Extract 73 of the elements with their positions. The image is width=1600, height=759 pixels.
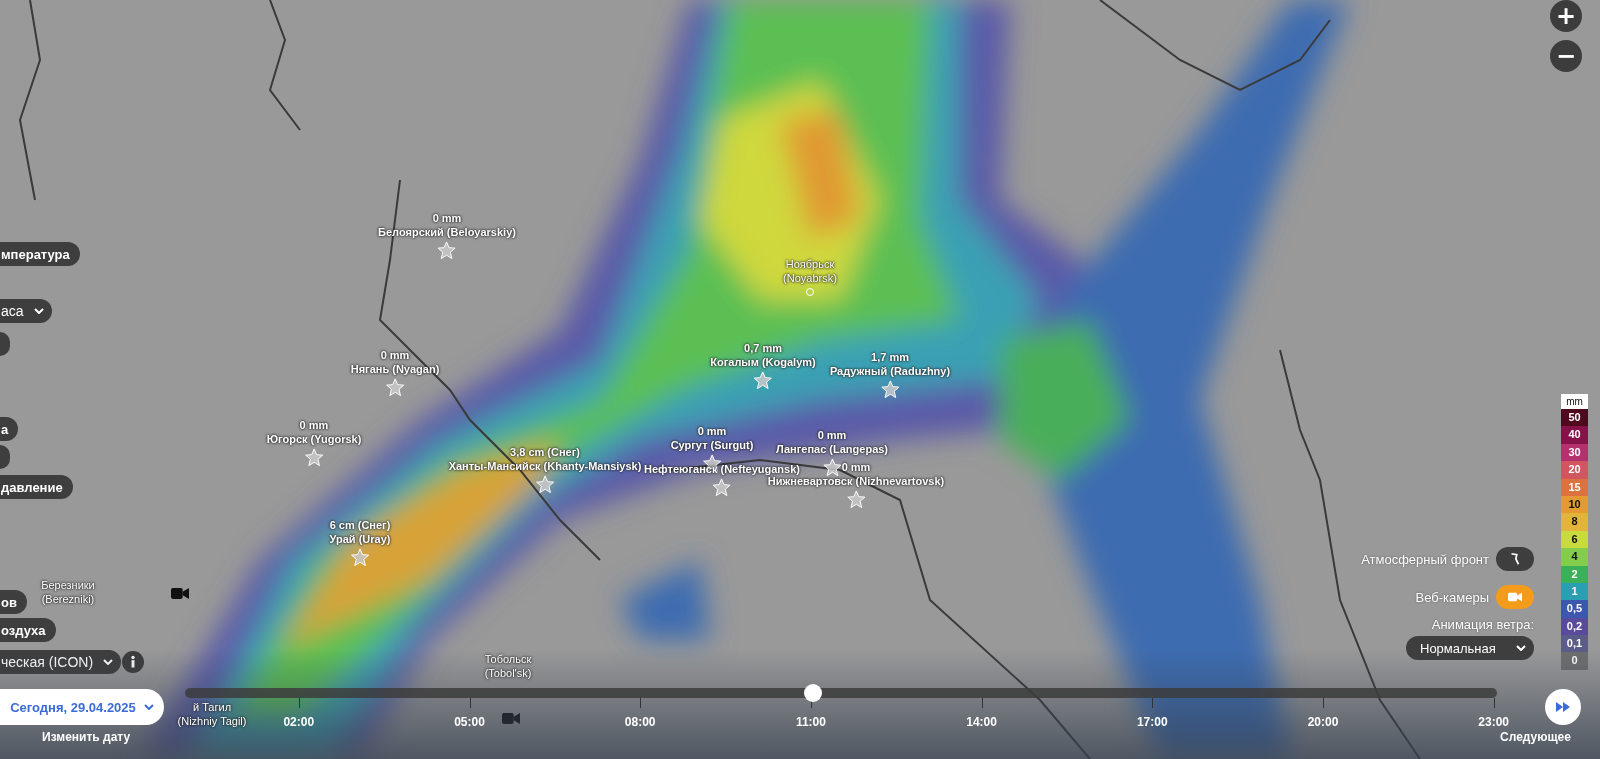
precipitation-amount: 6 cm (Снег) [329,518,391,532]
time-label: 02:00 [283,715,315,729]
city-name[interactable]: Березники (Berezniki) [28,578,108,606]
precipitation-amount: 0,7 mm [744,341,782,355]
layer-dropdown[interactable]: аса [0,299,52,323]
next-label: Следующее [1500,730,1571,744]
precipitation-amount: 0 mm [380,348,410,362]
layer-button[interactable] [0,445,10,469]
layer-button[interactable]: а [0,417,19,441]
layer-button[interactable]: оздуха [0,618,56,642]
time-label: 11:00 [795,715,826,729]
star-icon[interactable] [385,378,405,397]
fast-forward-icon [1555,701,1571,713]
star-icon[interactable] [880,380,900,399]
city-name[interactable]: Лангепас (Langepas) [775,442,889,456]
city-name[interactable]: Югорск (Yugorsk) [266,432,362,446]
time-label: 05:00 [454,715,485,729]
city-name[interactable]: Сургут (Surgut) [670,438,754,452]
city-name[interactable]: Радужный (Raduzhny) [829,364,951,378]
city-name[interactable]: Урай (Uray) [329,532,391,546]
star-icon[interactable] [304,448,324,467]
precipitation-amount: 0 mm [299,418,329,432]
time-label: 08:00 [624,715,656,729]
camera-icon[interactable] [171,587,189,600]
star-icon[interactable] [822,458,842,477]
legend-swatch: 8 [1561,513,1588,531]
layer-button[interactable]: ов [0,590,27,614]
precipitation-amount: 0 mm [817,428,847,442]
star-icon[interactable] [350,548,370,567]
star-icon[interactable] [846,490,866,509]
city-name[interactable]: Тобольск (Tobol'sk) [468,652,548,680]
toggle-label: Веб-камеры [1415,589,1489,605]
legend-swatch: 50 [1561,409,1588,427]
star-icon[interactable] [753,371,773,390]
layer-button[interactable]: давление [0,475,73,499]
layer-dropdown[interactable]: ческая (ICON) [0,650,122,674]
legend-swatch: 0,5 [1561,600,1588,618]
star-icon[interactable] [437,241,457,260]
legend-swatch: 20 [1561,461,1588,479]
chevron-icon [1516,645,1526,651]
toggle-label: Атмосферный фронт [1361,551,1489,567]
info-icon[interactable] [122,651,144,673]
time-label: 14:00 [966,715,997,729]
chevron-icon [33,308,44,314]
precipitation-amount: 0 mm [841,460,871,474]
camera-icon [1508,590,1522,604]
precipitation-amount: 0 mm [432,211,462,225]
legend-swatch: 0,1 [1561,635,1588,653]
wind-animation-dropdown[interactable]: Нормальная [1406,636,1534,660]
legend-swatch: 0 [1561,652,1588,670]
chevron-icon [103,659,114,665]
date-dropdown[interactable]: Сегодня, 29.04.2025 [0,689,164,725]
layer-button[interactable]: мпература [0,242,80,266]
change-date-link[interactable]: Изменить дату [42,730,131,744]
wind-animation-label: Анимация ветра: [1431,617,1534,632]
time-label: 23:00 [1478,715,1510,729]
city-name[interactable]: Когалым (Kogalym) [710,355,816,369]
precipitation-amount: 0 mm [697,424,727,438]
chevron-icon [143,704,154,710]
time-label: 17:00 [1136,715,1168,729]
weather-front-icon [1508,552,1522,566]
layer-button[interactable] [0,332,10,356]
city-name[interactable]: й Тагил (Nizhniy Tagil) [172,700,252,728]
legend-unit: mm [1561,394,1588,409]
camera-icon[interactable] [502,712,520,725]
legend-swatch: 4 [1561,548,1588,566]
star-icon[interactable] [535,475,555,494]
star-icon[interactable] [712,478,732,497]
time-label: 20:00 [1307,715,1339,729]
legend-swatch: 40 [1561,426,1588,444]
timeline-slider[interactable] [185,684,1497,702]
precipitation-amount: 1,7 mm [871,350,909,364]
precipitation-amount: 3,8 cm (Снег) [510,445,580,459]
